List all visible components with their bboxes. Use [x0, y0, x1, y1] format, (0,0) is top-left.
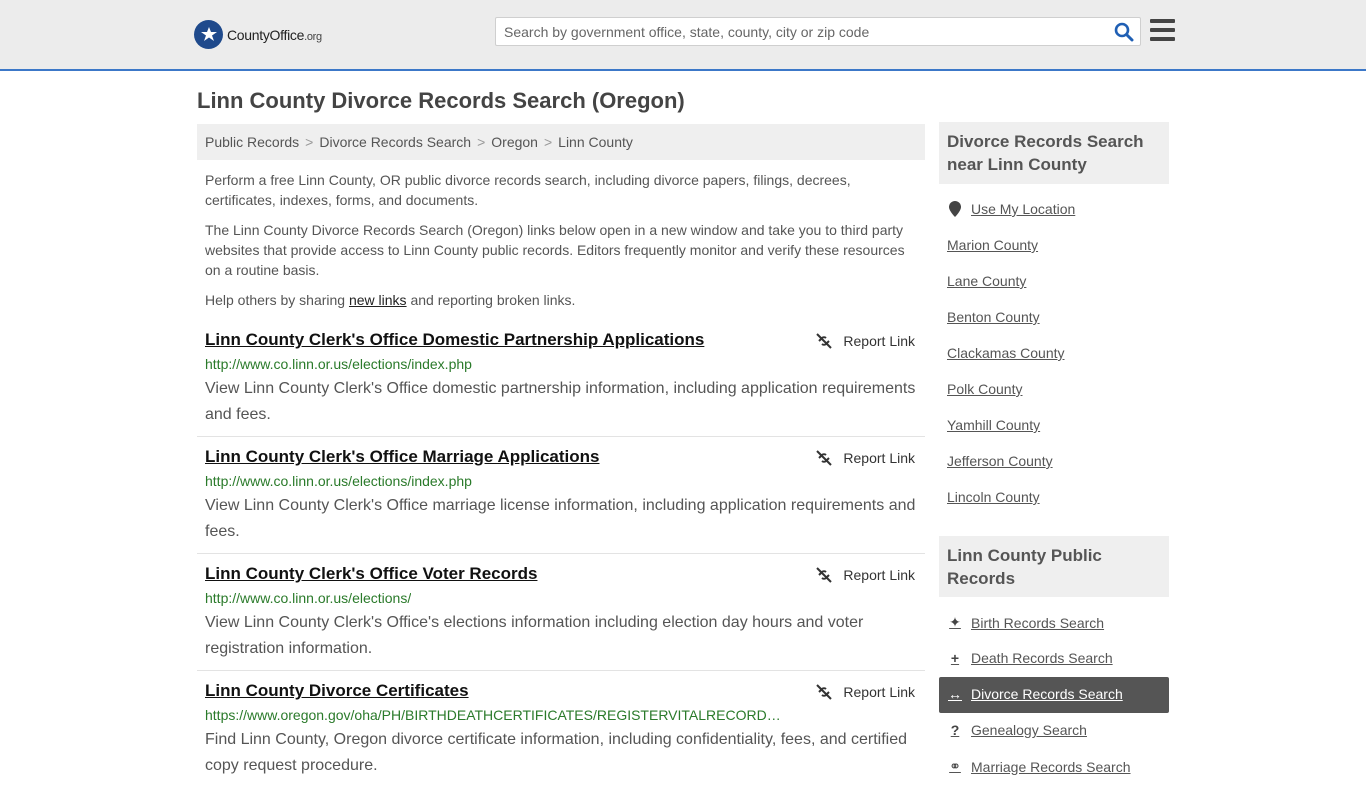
- nearby-county-link[interactable]: Lincoln County: [947, 489, 1040, 505]
- rings-icon: ⚭: [949, 758, 961, 774]
- search-input[interactable]: [496, 18, 1096, 45]
- child-icon: ✦: [949, 614, 961, 630]
- site-logo[interactable]: CountyOffice.org: [194, 20, 322, 49]
- genealogy-search-link[interactable]: ? Genealogy Search: [947, 722, 1087, 738]
- question-icon: ?: [950, 722, 960, 738]
- breadcrumb-public-records[interactable]: Public Records: [205, 134, 299, 150]
- breadcrumb-oregon[interactable]: Oregon: [491, 134, 538, 150]
- site-search: [495, 17, 1141, 46]
- result-url: http://www.co.linn.or.us/elections/index…: [205, 356, 472, 372]
- logo-text: CountyOffice.org: [227, 26, 322, 43]
- breadcrumb-linn-county: Linn County: [558, 134, 633, 150]
- result-url: http://www.co.linn.or.us/elections/index…: [205, 473, 472, 489]
- broken-link-icon: [816, 450, 833, 466]
- report-link-button[interactable]: Report Link: [815, 332, 915, 350]
- nearby-county-link[interactable]: Benton County: [947, 309, 1040, 325]
- result-description: View Linn County Clerk's Office marriage…: [205, 497, 916, 540]
- page-title: Linn County Divorce Records Search (Oreg…: [197, 88, 685, 113]
- result-title-link[interactable]: Linn County Clerk's Office Voter Records: [205, 564, 537, 584]
- divorce-records-link-active[interactable]: ↔ Divorce Records Search: [947, 686, 1123, 702]
- nearby-section-title: Divorce Records Search near Linn County: [939, 122, 1169, 184]
- result-title-link[interactable]: Linn County Clerk's Office Marriage Appl…: [205, 447, 599, 467]
- nearby-county-link[interactable]: Yamhill County: [947, 417, 1040, 433]
- result-url: http://www.co.linn.or.us/elections/: [205, 590, 412, 606]
- death-records-link[interactable]: + Death Records Search: [947, 650, 1113, 666]
- use-my-location-link[interactable]: Use My Location: [947, 201, 1075, 217]
- intro-paragraph-3: Help others by sharing new links and rep…: [205, 292, 576, 308]
- result-item: Linn County Clerk's Office Marriage Appl…: [197, 447, 925, 554]
- broken-link-icon: [816, 333, 833, 349]
- breadcrumb: Public Records > Divorce Records Search > Or…: [197, 124, 925, 160]
- birth-records-link[interactable]: ✦ Birth Records Search: [947, 614, 1104, 631]
- site-header: CountyOffice.org: [0, 0, 1366, 71]
- report-link-button[interactable]: Report Link: [815, 449, 915, 467]
- search-icon[interactable]: [1114, 22, 1134, 42]
- report-link-button[interactable]: Report Link: [815, 566, 915, 584]
- map-pin-icon: [947, 201, 963, 217]
- nearby-county-link[interactable]: Lane County: [947, 273, 1026, 289]
- public-records-section-title: Linn County Public Records: [939, 536, 1169, 597]
- marriage-records-link[interactable]: ⚭ Marriage Records Search: [947, 758, 1130, 775]
- result-description: View Linn County Clerk's Office's electi…: [205, 614, 864, 657]
- result-title-link[interactable]: Linn County Clerk's Office Domestic Part…: [205, 330, 704, 350]
- result-item: Linn County Clerk's Office Voter Records…: [197, 564, 925, 671]
- intro-paragraph-2: The Linn County Divorce Records Search (…: [205, 222, 905, 278]
- intro-paragraph-1: Perform a free Linn County, OR public di…: [205, 172, 851, 208]
- broken-link-icon: [816, 567, 833, 583]
- report-link-button[interactable]: Report Link: [815, 683, 915, 701]
- plus-icon: +: [950, 650, 960, 666]
- breadcrumb-divorce-records[interactable]: Divorce Records Search: [319, 134, 471, 150]
- result-item: Linn County Clerk's Office Domestic Part…: [197, 330, 925, 437]
- new-links-link[interactable]: new links: [349, 292, 407, 308]
- result-title-link[interactable]: Linn County Divorce Certificates: [205, 681, 469, 701]
- nearby-county-link[interactable]: Marion County: [947, 237, 1038, 253]
- logo-badge-icon: [194, 20, 223, 49]
- nearby-county-link[interactable]: Polk County: [947, 381, 1022, 397]
- result-url: https://www.oregon.gov/oha/PH/BIRTHDEATH…: [205, 707, 781, 723]
- nearby-county-link[interactable]: Clackamas County: [947, 345, 1065, 361]
- arrows-horizontal-icon: ↔: [948, 686, 962, 702]
- result-description: Find Linn County, Oregon divorce certifi…: [205, 731, 907, 774]
- breadcrumb-separator: >: [305, 134, 314, 150]
- nearby-county-link[interactable]: Jefferson County: [947, 453, 1053, 469]
- breadcrumb-separator: >: [543, 134, 553, 150]
- breadcrumb-separator: >: [477, 134, 486, 150]
- result-item: Linn County Divorce Certificates Report …: [197, 681, 925, 788]
- result-description: View Linn County Clerk's Office domestic…: [205, 380, 916, 423]
- hamburger-menu-icon[interactable]: [1150, 19, 1175, 41]
- broken-link-icon: [816, 684, 833, 700]
